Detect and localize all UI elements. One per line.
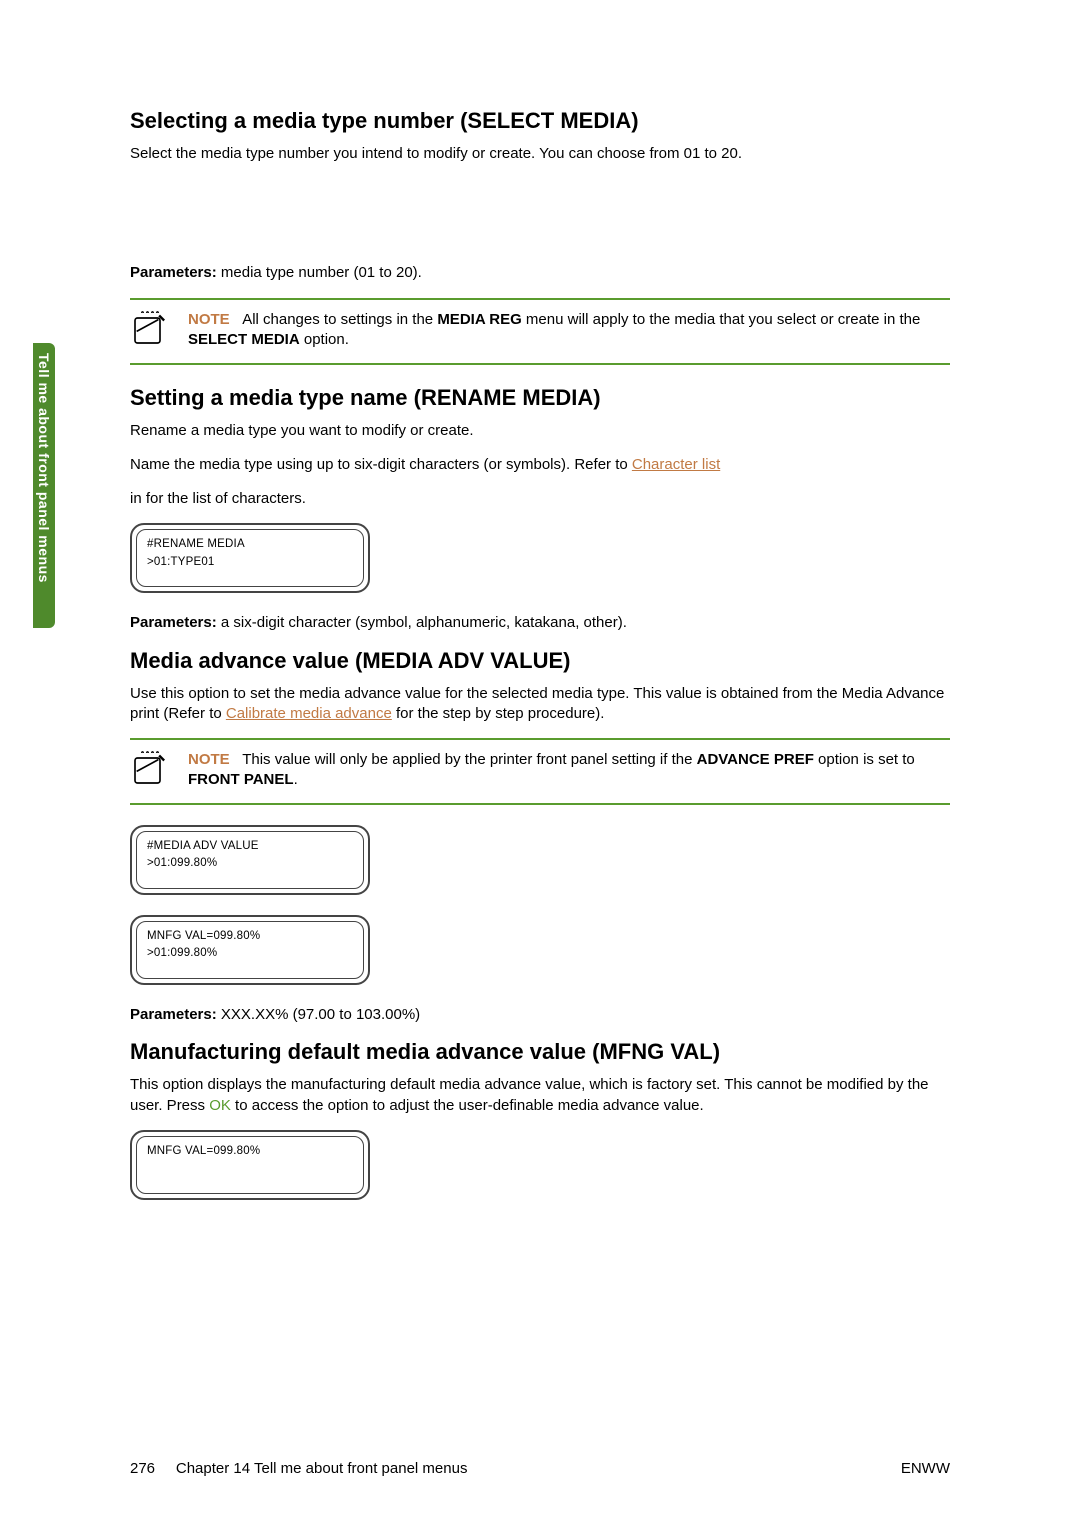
- media-adv-params: Parameters: XXX.XX% (97.00 to 103.00%): [130, 1005, 950, 1025]
- ok-text: OK: [209, 1097, 231, 1114]
- display-line: MNFG VAL=099.80%: [147, 1143, 353, 1160]
- heading-select-media: Selecting a media type number (SELECT ME…: [130, 108, 950, 134]
- heading-media-adv-value: Media advance value (MEDIA ADV VALUE): [130, 648, 950, 674]
- note-icon: [130, 308, 170, 353]
- page-footer: 276 Chapter 14 Tell me about front panel…: [130, 1460, 950, 1477]
- rename-line1: Rename a media type you want to modify o…: [130, 421, 950, 441]
- select-media-intro: Select the media type number you intend …: [130, 144, 950, 164]
- display-line: >01:099.80%: [147, 855, 353, 872]
- params-text: media type number (01 to 20).: [217, 264, 422, 281]
- select-media-params: Parameters: media type number (01 to 20)…: [130, 263, 950, 283]
- display-media-adv-2: MNFG VAL=099.80% >01:099.80%: [130, 915, 370, 985]
- chapter-label: Chapter 14 Tell me about front panel men…: [176, 1460, 468, 1477]
- note-select-media: NOTE All changes to settings in the MEDI…: [130, 298, 950, 365]
- side-tab-label: Tell me about front panel menus: [36, 353, 52, 583]
- mfng-line1: This option displays the manufacturing d…: [130, 1075, 950, 1116]
- display-line: >01:099.80%: [147, 945, 353, 962]
- note-text: NOTE This value will only be applied by …: [188, 750, 950, 791]
- footer-right: ENWW: [901, 1460, 950, 1477]
- note-text: NOTE All changes to settings in the MEDI…: [188, 310, 950, 351]
- link-calibrate-media-advance[interactable]: Calibrate media advance: [226, 705, 392, 722]
- params-label: Parameters:: [130, 614, 217, 631]
- heading-mfng-val: Manufacturing default media advance valu…: [130, 1039, 950, 1065]
- display-media-adv-1: #MEDIA ADV VALUE >01:099.80%: [130, 825, 370, 895]
- display-line: >01:TYPE01: [147, 554, 353, 571]
- display-rename-media: #RENAME MEDIA >01:TYPE01: [130, 523, 370, 593]
- rename-line2: Name the media type using up to six-digi…: [130, 455, 950, 475]
- rename-line3: in for the list of characters.: [130, 489, 950, 509]
- note-label: NOTE: [188, 311, 230, 328]
- params-label: Parameters:: [130, 1006, 217, 1023]
- note-icon: [130, 748, 170, 793]
- display-mfng-val: MNFG VAL=099.80%: [130, 1130, 370, 1200]
- params-label: Parameters:: [130, 264, 217, 281]
- rename-params: Parameters: a six-digit character (symbo…: [130, 613, 950, 633]
- display-line: #RENAME MEDIA: [147, 536, 353, 553]
- media-adv-line1: Use this option to set the media advance…: [130, 684, 950, 725]
- display-line: MNFG VAL=099.80%: [147, 928, 353, 945]
- note-label: NOTE: [188, 751, 230, 768]
- display-line: #MEDIA ADV VALUE: [147, 838, 353, 855]
- params-text: XXX.XX% (97.00 to 103.00%): [217, 1006, 420, 1023]
- link-character-list[interactable]: Character list: [632, 456, 720, 473]
- side-tab: Tell me about front panel menus: [33, 343, 55, 628]
- page-number: 276: [130, 1460, 155, 1477]
- heading-rename-media: Setting a media type name (RENAME MEDIA): [130, 385, 950, 411]
- note-media-adv: NOTE This value will only be applied by …: [130, 738, 950, 805]
- params-text: a six-digit character (symbol, alphanume…: [217, 614, 627, 631]
